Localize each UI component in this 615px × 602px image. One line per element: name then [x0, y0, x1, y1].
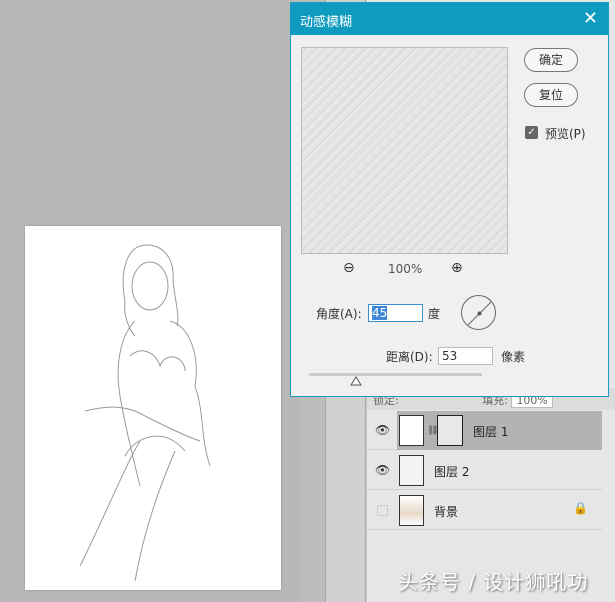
mask-thumbnail[interactable] [437, 415, 463, 446]
ok-button[interactable]: 确定 [524, 48, 578, 72]
layer-thumbnail [399, 495, 424, 526]
eye-icon[interactable]: 👁 [375, 423, 390, 438]
lock-icon: 🔒 [573, 501, 588, 515]
distance-slider-thumb[interactable] [350, 376, 362, 386]
distance-unit: 像素 [501, 350, 526, 364]
layer-row-1[interactable]: 👁 ⛓ 图层 1 [367, 411, 602, 450]
visibility-toggle[interactable] [377, 505, 388, 516]
distance-label: 距离(D): [386, 350, 433, 364]
sketch-image [79, 244, 211, 582]
preview-checkbox[interactable]: ✓ [525, 126, 538, 139]
zoom-level: 100% [388, 262, 423, 276]
angle-unit: 度 [428, 307, 441, 321]
preview-label: 预览(P) [545, 127, 586, 141]
zoom-in-icon[interactable]: ⊕ [451, 260, 463, 276]
distance-slider-track[interactable] [309, 373, 482, 376]
layer-name: 图层 2 [434, 465, 470, 479]
close-icon[interactable]: ✕ [583, 8, 598, 29]
layer-name: 图层 1 [473, 425, 509, 439]
layer-name: 背景 [434, 505, 459, 519]
dialog-title-bar[interactable]: 动感模糊 ✕ [291, 3, 608, 35]
layer-thumbnail [399, 415, 424, 446]
document-canvas[interactable] [25, 226, 281, 590]
distance-input[interactable]: 53 [438, 347, 493, 365]
eye-icon[interactable]: 👁 [375, 463, 390, 478]
dialog-title: 动感模糊 [300, 15, 353, 30]
angle-input[interactable]: 45 [368, 304, 423, 322]
watermark: 头条号 / 设计狮吼功 [398, 570, 589, 594]
reset-button[interactable]: 复位 [524, 83, 578, 107]
layer-thumbnail [399, 455, 424, 486]
angle-label: 角度(A): [316, 307, 362, 321]
motion-blur-dialog: 动感模糊 ✕ 确定 复位 ✓ 预览(P) ⊖ 100% ⊕ 角度(A): 45 … [290, 2, 609, 397]
layer-row-background[interactable]: 背景 🔒 [367, 491, 602, 530]
layer-row-2[interactable]: 👁 图层 2 [367, 451, 602, 490]
zoom-out-icon[interactable]: ⊖ [343, 260, 355, 276]
angle-dial[interactable] [461, 295, 496, 330]
preview-area[interactable] [301, 47, 508, 254]
